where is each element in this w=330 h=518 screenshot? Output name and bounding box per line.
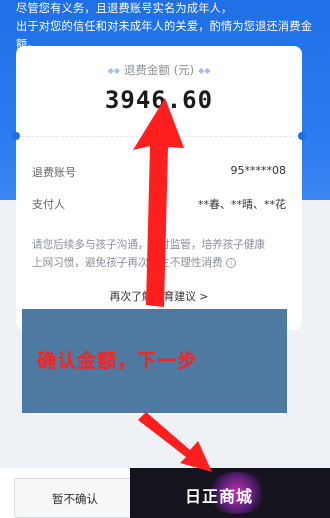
arrow-down-icon — [138, 412, 212, 472]
annotation-arrows — [133, 98, 212, 472]
arrow-up-icon — [133, 98, 184, 307]
